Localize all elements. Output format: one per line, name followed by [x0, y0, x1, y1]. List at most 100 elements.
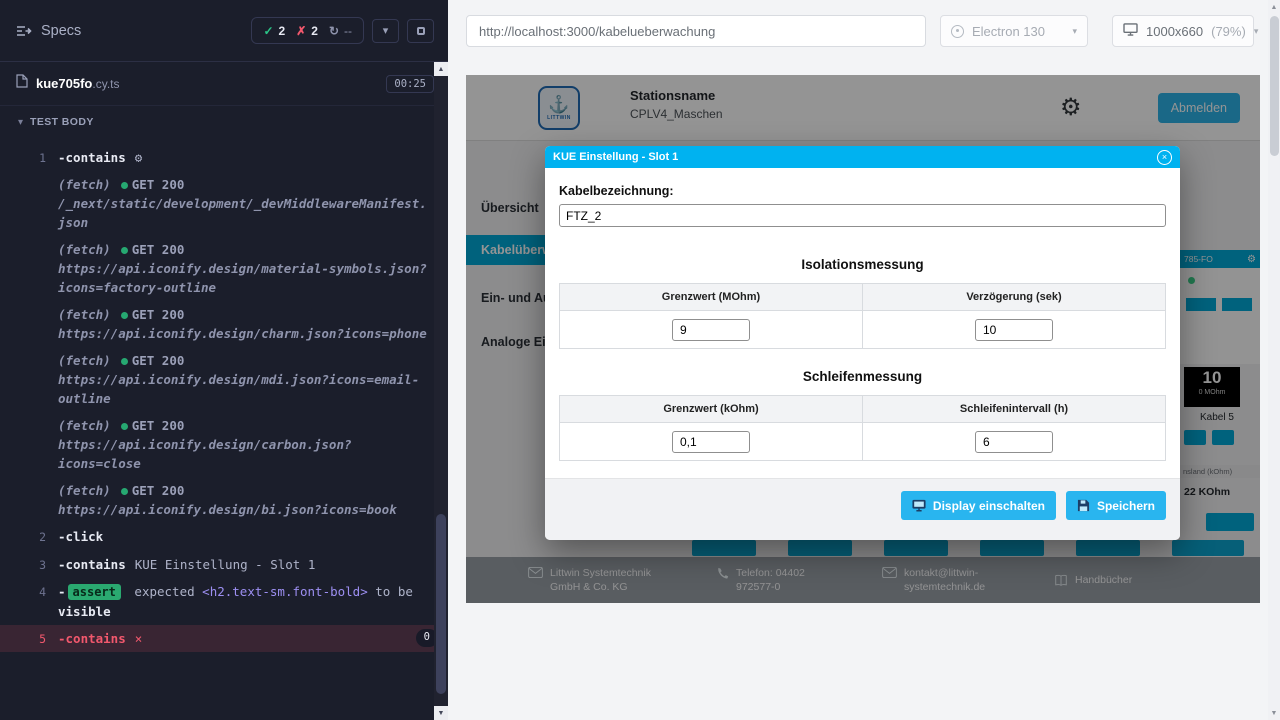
status-dot-icon	[121, 182, 128, 189]
fetch-log-row[interactable]: (fetch)GET 200 https://api.iconify.desig…	[0, 477, 448, 523]
cypress-runner-panel: Specs ✓2 ✗2 ↻-- ▾ kue705fo .cy.ts 00:25 …	[0, 0, 448, 720]
col-header: Schleifenintervall (h)	[863, 396, 1166, 423]
browser-label: Electron 130	[972, 24, 1045, 39]
viewport-scale: (79%)	[1211, 24, 1246, 39]
chevron-down-icon: ▾	[18, 117, 23, 128]
fetch-log-row[interactable]: (fetch)GET 200 https://api.iconify.desig…	[0, 412, 448, 477]
viewport-size: 1000x660	[1146, 24, 1203, 39]
fetch-log-row[interactable]: (fetch) GET 200 https://api.iconify.desig…	[0, 301, 448, 347]
failed-command-row[interactable]: 5 -contains× 0	[0, 625, 448, 652]
status-dot-icon	[121, 488, 128, 495]
fetch-log-row[interactable]: (fetch)GET 200 https://api.iconify.desig…	[0, 347, 448, 412]
table-cell	[560, 311, 863, 349]
stop-icon	[417, 27, 425, 35]
spec-file-row[interactable]: kue705fo .cy.ts 00:25	[0, 62, 448, 106]
iso-delay-input[interactable]	[975, 319, 1053, 341]
command-row[interactable]: 1 -contains⚙	[0, 144, 448, 171]
runner-scrollbar[interactable]: ▲ ▼	[434, 62, 448, 720]
command-method: contains	[66, 557, 126, 572]
fetch-url: https://api.iconify.design/material-symb…	[58, 259, 434, 297]
isolation-table: Grenzwert (MOhm) Verzögerung (sek)	[559, 283, 1166, 349]
chevron-down-icon: ▾	[383, 24, 389, 37]
fetch-label: (fetch)	[58, 242, 111, 257]
stat-pending: ↻--	[329, 24, 352, 38]
command-args: KUE Einstellung - Slot 1	[135, 557, 316, 572]
stop-run-button[interactable]	[407, 19, 434, 43]
fetch-url: https://api.iconify.design/charm.json?ic…	[58, 324, 434, 343]
command-method: contains	[66, 631, 126, 646]
display-icon	[912, 499, 926, 512]
electron-icon	[951, 25, 964, 38]
fetch-status: GET 200	[132, 177, 185, 192]
specs-label: Specs	[41, 23, 81, 39]
monitor-icon	[1123, 23, 1138, 39]
fetch-log-row[interactable]: (fetch) GET 200 /_next/static/development…	[0, 171, 448, 236]
scroll-down-arrow[interactable]: ▼	[434, 706, 448, 720]
loop-interval-input[interactable]	[975, 431, 1053, 453]
url-input[interactable]	[466, 15, 926, 47]
cable-name-label: Kabelbezeichnung:	[559, 184, 1166, 198]
spec-name: kue705fo	[36, 76, 92, 91]
fetch-url: https://api.iconify.design/carbon.json?i…	[58, 435, 434, 473]
kue-settings-modal: KUE Einstellung - Slot 1 × Kabelbezeichn…	[545, 146, 1180, 540]
spec-extension: .cy.ts	[92, 77, 119, 91]
loop-table: Grenzwert (kOhm) Schleifenintervall (h)	[559, 395, 1166, 461]
fetch-url: https://api.iconify.design/mdi.json?icon…	[58, 370, 434, 408]
fetch-label: (fetch)	[58, 307, 111, 322]
command-row[interactable]: 2 -click	[0, 523, 448, 550]
pending-icon: ↻	[329, 24, 339, 38]
command-row[interactable]: 3 -containsKUE Einstellung - Slot 1	[0, 551, 448, 578]
assert-row[interactable]: 4 -assert expected <h2.text-sm.font-bold…	[0, 578, 448, 624]
chevron-down-icon: ▾	[1254, 26, 1259, 37]
modal-footer: Display einschalten Speichern	[545, 478, 1180, 540]
scrollbar-thumb[interactable]	[1270, 16, 1279, 156]
stat-failed: ✗2	[296, 24, 318, 38]
save-floppy-icon	[1077, 499, 1090, 512]
failed-icon: ✗	[296, 24, 306, 38]
fetch-url: /_next/static/development/_devMiddleware…	[58, 194, 434, 232]
save-button[interactable]: Speichern	[1066, 491, 1166, 520]
spec-timer: 00:25	[386, 75, 434, 93]
col-header: Grenzwert (MOhm)	[560, 284, 863, 311]
assert-badge: assert	[68, 584, 121, 600]
file-icon	[16, 74, 36, 93]
fetch-log-row[interactable]: (fetch)GET 200 https://api.iconify.desig…	[0, 236, 448, 301]
table-cell	[560, 423, 863, 461]
scrollbar-thumb[interactable]	[436, 514, 446, 694]
chevron-down-icon: ▾	[1072, 26, 1077, 37]
scroll-up-arrow[interactable]: ▲	[1268, 0, 1280, 14]
status-dot-icon	[121, 247, 128, 254]
loop-limit-input[interactable]	[672, 431, 750, 453]
modal-title: KUE Einstellung - Slot 1	[553, 151, 678, 163]
iso-limit-input[interactable]	[672, 319, 750, 341]
specs-toggle[interactable]: Specs	[16, 23, 81, 39]
fetch-label: (fetch)	[58, 177, 111, 192]
passed-icon: ✓	[263, 24, 273, 38]
stat-passed: ✓2	[263, 24, 285, 38]
cable-name-input[interactable]	[559, 204, 1166, 227]
command-args: ⚙	[135, 150, 143, 165]
command-method: click	[66, 529, 104, 544]
close-icon[interactable]: ×	[1157, 150, 1172, 165]
status-dot-icon	[121, 423, 128, 430]
col-header: Grenzwert (kOhm)	[560, 396, 863, 423]
status-dot-icon	[121, 358, 128, 365]
fetch-label: (fetch)	[58, 483, 111, 498]
fetch-status: GET 200	[132, 418, 185, 433]
command-method: contains	[66, 150, 126, 165]
fetch-status: GET 200	[132, 307, 185, 322]
browser-select[interactable]: Electron 130 ▾	[940, 15, 1088, 47]
viewport-select[interactable]: 1000x660 (79%) ▾	[1112, 15, 1254, 47]
suite-row[interactable]: ▾ TEST BODY	[0, 106, 448, 138]
loop-section-title: Schleifenmessung	[559, 369, 1166, 384]
isolation-section-title: Isolationsmessung	[559, 257, 1166, 272]
scroll-up-arrow[interactable]: ▲	[434, 62, 448, 76]
page-scrollbar[interactable]: ▲ ▼	[1268, 0, 1280, 720]
scroll-down-arrow[interactable]: ▼	[1268, 706, 1280, 720]
status-dot-icon	[121, 312, 128, 319]
modal-titlebar: KUE Einstellung - Slot 1 ×	[545, 146, 1180, 168]
display-on-button[interactable]: Display einschalten	[901, 491, 1056, 520]
collapse-button[interactable]: ▾	[372, 19, 399, 43]
fetch-status: GET 200	[132, 483, 185, 498]
fail-x-icon: ×	[135, 631, 143, 646]
